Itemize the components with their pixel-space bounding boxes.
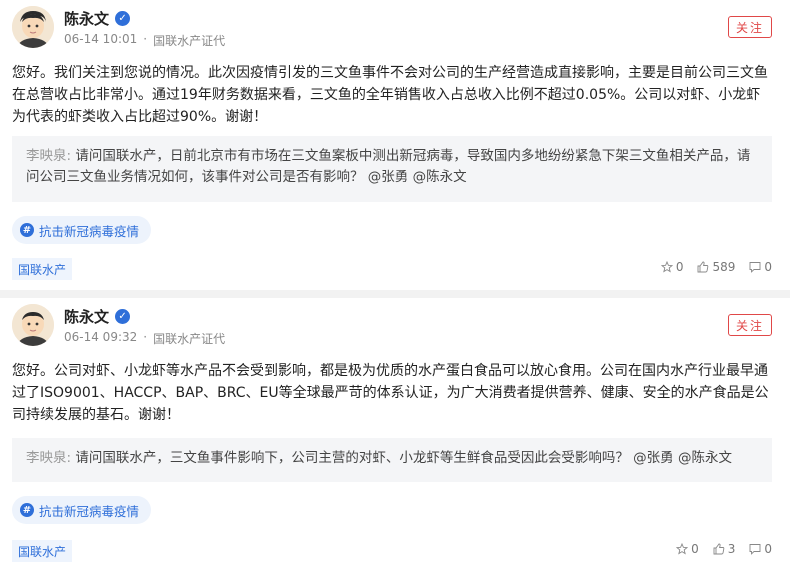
author-title: 国联水产证代: [153, 34, 226, 48]
quoted-question: 李映泉: 请问国联水产，日前北京市有市场在三文鱼案板中测出新冠病毒，导致国内多地…: [12, 136, 772, 202]
like-count: 3: [727, 542, 736, 556]
avatar-icon: [12, 6, 54, 48]
meta-separator: ·: [143, 330, 148, 344]
like-button[interactable]: 589: [697, 260, 735, 274]
comment-count: 0: [764, 542, 772, 556]
avatar-icon: [12, 304, 54, 346]
post-time: 06-14 10:01: [64, 32, 138, 46]
star-icon: [660, 261, 673, 273]
like-button[interactable]: 3: [713, 542, 736, 556]
author-name[interactable]: 陈永文: [64, 306, 109, 327]
stock-tag[interactable]: 国联水产: [12, 540, 73, 562]
like-count: 589: [712, 260, 736, 274]
post-meta: 06-14 10:01 · 国联水产证代: [64, 32, 225, 49]
author-line: 陈永文 ✓: [64, 306, 131, 327]
comment-count: 0: [764, 260, 772, 274]
stock-tag[interactable]: 国联水产: [12, 258, 73, 280]
post-card: 陈永文 ✓ 06-14 10:01 · 国联水产证代 关注 您好。我们关注到您说…: [0, 0, 790, 290]
author-avatar[interactable]: [12, 6, 54, 48]
follow-button[interactable]: 关注: [728, 16, 772, 38]
hashtag-icon: #: [20, 223, 34, 237]
question-text: 请问国联水产，日前北京市有市场在三文鱼案板中测出新冠病毒，导致国内多地纷纷紧急下…: [26, 148, 751, 185]
comment-icon: [749, 544, 761, 555]
question-asker[interactable]: 李映泉:: [26, 450, 71, 466]
topic-tag[interactable]: # 抗击新冠病毒疫情: [12, 216, 152, 244]
post-actions: 0 3 0: [676, 542, 772, 556]
star-button[interactable]: 0: [676, 542, 699, 556]
comment-button[interactable]: 0: [749, 542, 772, 556]
meta-separator: ·: [143, 32, 148, 46]
post-divider: [0, 290, 790, 298]
comment-icon: [749, 262, 761, 273]
author-name[interactable]: 陈永文: [64, 8, 109, 29]
topic-label: 抗击新冠病毒疫情: [39, 503, 140, 519]
post-card: 陈永文 ✓ 06-14 09:32 · 国联水产证代 关注 您好。公司对虾、小龙…: [0, 298, 790, 582]
comment-button[interactable]: 0: [749, 260, 772, 274]
author-title: 国联水产证代: [153, 332, 226, 346]
question-asker[interactable]: 李映泉:: [26, 148, 71, 164]
verified-check-icon: ✓: [115, 309, 131, 324]
follow-button[interactable]: 关注: [728, 314, 772, 336]
post-time: 06-14 09:32: [64, 330, 138, 344]
star-count: 0: [691, 542, 699, 556]
star-icon: [676, 543, 689, 555]
post-actions: 0 589 0: [660, 260, 772, 274]
quoted-question: 李映泉: 请问国联水产，三文鱼事件影响下，公司主营的对虾、小龙虾等生鲜食品受因此…: [12, 438, 772, 482]
post-meta: 06-14 09:32 · 国联水产证代: [64, 330, 225, 347]
thumbs-up-icon: [698, 261, 709, 273]
hashtag-icon: #: [20, 503, 34, 517]
reply-text: 您好。我们关注到您说的情况。此次因疫情引发的三文鱼事件不会对公司的生产经营造成直…: [12, 65, 768, 125]
author-avatar[interactable]: [12, 304, 54, 346]
reply-text: 您好。公司对虾、小龙虾等水产品不会受到影响，都是极为优质的水产蛋白食品可以放心食…: [12, 363, 769, 423]
star-button[interactable]: 0: [660, 260, 684, 274]
star-count: 0: [675, 260, 684, 274]
thumbs-up-icon: [713, 543, 724, 555]
topic-label: 抗击新冠病毒疫情: [39, 223, 140, 239]
topic-tag[interactable]: # 抗击新冠病毒疫情: [12, 496, 152, 524]
author-line: 陈永文 ✓: [64, 8, 131, 29]
verified-check-icon: ✓: [115, 11, 131, 26]
question-text: 请问国联水产，三文鱼事件影响下，公司主营的对虾、小龙虾等生鲜食品受因此会受影响吗…: [75, 450, 732, 466]
